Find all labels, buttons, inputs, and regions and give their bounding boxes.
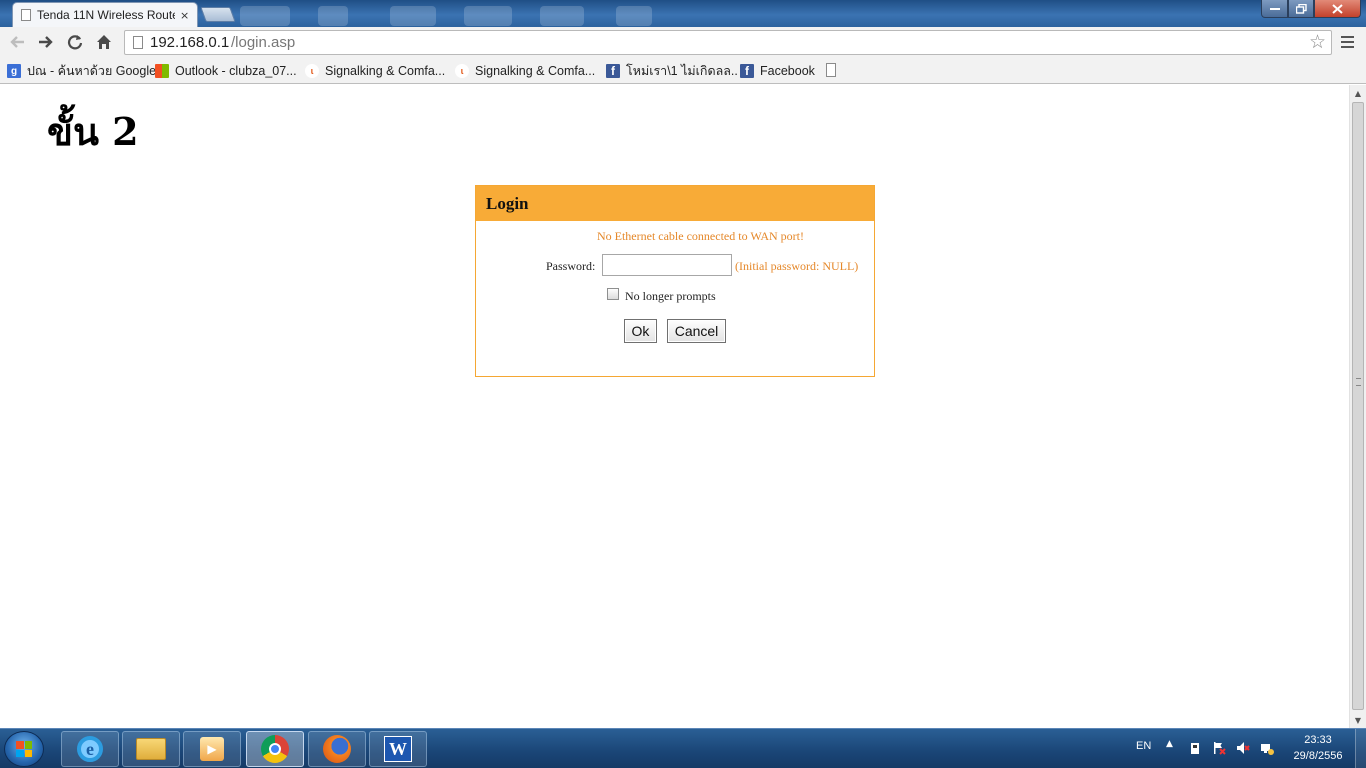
language-indicator[interactable]: EN	[1136, 740, 1151, 752]
bookmark-item[interactable]: Outlook - clubza_07...	[155, 62, 297, 80]
windows-logo-icon	[16, 741, 32, 757]
page-icon	[133, 36, 143, 49]
taskbar-ie-button[interactable]: e	[61, 731, 119, 767]
google-icon: g	[7, 64, 21, 78]
background-window-ghost	[540, 6, 584, 26]
password-input[interactable]	[602, 254, 732, 276]
minimize-button[interactable]	[1261, 0, 1288, 18]
tab-title: Tenda 11N Wireless Route	[37, 8, 175, 22]
cancel-button[interactable]: Cancel	[667, 319, 726, 343]
forward-button[interactable]	[35, 31, 57, 53]
bookmark-item[interactable]: ɩ Signalking & Comfa...	[305, 62, 445, 80]
chrome-icon	[261, 735, 289, 763]
firefox-icon	[323, 735, 351, 763]
media-player-icon: ▶	[200, 737, 224, 761]
network-icon[interactable]	[1260, 741, 1274, 755]
new-tab-button[interactable]	[200, 7, 236, 22]
login-header: Login	[476, 186, 874, 221]
no-longer-prompts-label[interactable]: No longer prompts	[625, 289, 716, 304]
reload-button[interactable]	[64, 31, 86, 53]
wan-warning-message: No Ethernet cable connected to WAN port!	[596, 229, 805, 243]
show-desktop-button[interactable]	[1355, 729, 1366, 768]
back-arrow-icon	[10, 36, 24, 48]
bookmarks-bar: g ปณ - ค้นหาด้วย Google Outlook - clubza…	[0, 58, 1366, 84]
login-title: Login	[486, 193, 529, 213]
star-icon[interactable]: ☆	[1309, 31, 1326, 53]
url-path: /login.asp	[231, 34, 296, 51]
close-icon	[1332, 3, 1343, 14]
browser-tab[interactable]: Tenda 11N Wireless Route ×	[12, 2, 198, 27]
scrollbar-grip-icon	[1356, 378, 1361, 386]
action-center-flag-icon[interactable]	[1212, 741, 1226, 755]
start-button[interactable]	[4, 731, 44, 767]
tab-close-icon[interactable]: ×	[180, 9, 189, 22]
facebook-icon: f	[606, 64, 620, 78]
bookmark-item[interactable]: f Facebook	[740, 62, 815, 80]
close-window-button[interactable]	[1314, 0, 1361, 18]
scrollbar-thumb[interactable]	[1352, 102, 1364, 710]
taskbar-media-player-button[interactable]: ▶	[183, 731, 241, 767]
other-bookmarks-icon[interactable]	[826, 63, 836, 77]
word-icon: W	[384, 736, 412, 762]
address-bar[interactable]: 192.168.0.1 /login.asp ☆	[124, 30, 1332, 55]
folder-icon	[136, 738, 166, 760]
bookmark-label: Signalking & Comfa...	[475, 64, 596, 78]
signalking-icon: ɩ	[305, 64, 319, 78]
background-window-ghost	[616, 6, 652, 26]
page-favicon-icon	[21, 9, 31, 21]
forward-arrow-icon	[39, 36, 53, 48]
signalking-icon: ɩ	[455, 64, 469, 78]
url-host: 192.168.0.1	[150, 34, 230, 51]
taskbar-firefox-button[interactable]	[308, 731, 366, 767]
back-button[interactable]	[6, 31, 28, 53]
browser-toolbar: 192.168.0.1 /login.asp ☆	[0, 27, 1366, 58]
windows-taskbar: e ▶ W EN ▲ 23:33 29/8/2556	[0, 728, 1366, 768]
bookmark-item[interactable]: ɩ Signalking & Comfa...	[455, 62, 595, 80]
bookmark-label: Facebook	[760, 64, 815, 78]
page-title: ขั้น 2	[47, 109, 139, 154]
scroll-down-arrow-icon[interactable]: ▼	[1350, 712, 1366, 728]
background-window-ghost	[464, 6, 512, 26]
volume-muted-icon[interactable]	[1236, 741, 1250, 755]
screen: Tenda 11N Wireless Route × 192.168.0.1 /…	[0, 0, 1366, 768]
browser-title-bar: Tenda 11N Wireless Route ×	[0, 0, 1366, 27]
password-label: Password:	[546, 259, 596, 273]
taskbar-chrome-button[interactable]	[246, 731, 304, 767]
bookmark-item[interactable]: f โหม่เรา\1 ไม่เกิดลล..	[606, 62, 738, 80]
vertical-scrollbar[interactable]: ▲ ▼	[1349, 85, 1366, 728]
home-button[interactable]	[93, 31, 115, 53]
bookmark-label: โหม่เรา\1 ไม่เกิดลล..	[626, 64, 738, 78]
ok-button[interactable]: Ok	[624, 319, 657, 343]
microsoft-icon	[155, 64, 169, 78]
clock-time[interactable]: 23:33	[1290, 734, 1346, 746]
bookmark-item[interactable]: g ปณ - ค้นหาด้วย Google	[7, 62, 156, 80]
restore-icon	[1295, 3, 1307, 14]
minimize-icon	[1269, 7, 1280, 10]
device-icon[interactable]	[1188, 741, 1202, 755]
background-window-ghost	[390, 6, 436, 26]
background-window-ghost	[318, 6, 348, 26]
password-hint: (Initial password: NULL)	[735, 259, 859, 273]
bookmark-label: ปณ - ค้นหาด้วย Google	[27, 64, 157, 78]
restore-button[interactable]	[1288, 0, 1314, 18]
clock-date[interactable]: 29/8/2556	[1288, 750, 1348, 762]
bookmark-label: Signalking & Comfa...	[325, 64, 446, 78]
scroll-up-arrow-icon[interactable]: ▲	[1350, 85, 1366, 101]
page-viewport: ขั้น 2 Login No Ethernet cable connected…	[0, 85, 1349, 728]
home-icon	[97, 35, 111, 49]
taskbar-word-button[interactable]: W	[369, 731, 427, 767]
taskbar-explorer-button[interactable]	[122, 731, 180, 767]
show-hidden-icons-icon[interactable]: ▲	[1166, 739, 1173, 749]
login-panel: Login No Ethernet cable connected to WAN…	[475, 185, 875, 377]
bookmark-label: Outlook - clubza_07...	[175, 64, 297, 78]
reload-icon	[67, 35, 83, 50]
background-window-ghost	[240, 6, 290, 26]
facebook-icon: f	[740, 64, 754, 78]
menu-icon[interactable]	[1341, 32, 1359, 52]
no-longer-prompts-checkbox[interactable]	[607, 288, 619, 300]
ie-icon: e	[77, 736, 103, 762]
